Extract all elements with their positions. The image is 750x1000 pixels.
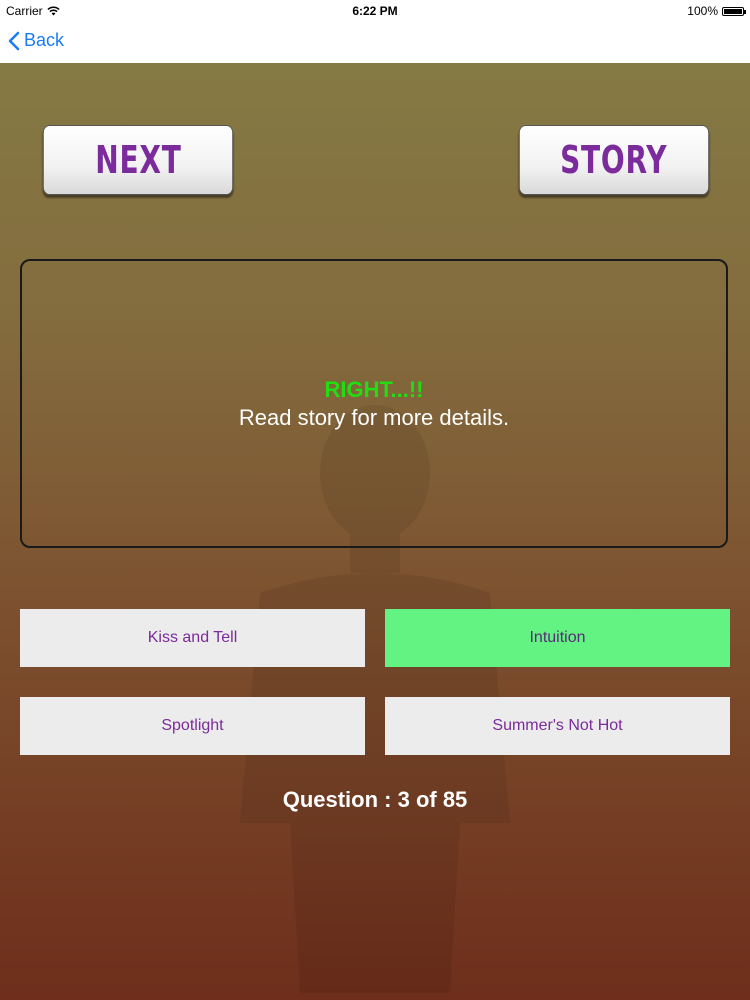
answer-option-label: Spotlight <box>161 717 224 734</box>
answer-option-label: Kiss and Tell <box>147 629 238 646</box>
quiz-screen: NEXT STORY RIGHT...!! Read story for mor… <box>0 63 750 1000</box>
question-counter: Question : 3 of 85 <box>282 787 468 812</box>
battery-indicator: 100% <box>687 4 746 18</box>
answer-option-label: Intuition <box>529 629 586 646</box>
result-text: RIGHT...!! <box>324 376 424 402</box>
answer-option-4[interactable]: Summer's Not Hot <box>385 697 730 755</box>
result-detail-text: Read story for more details. <box>238 404 510 430</box>
back-label: Back <box>24 30 65 50</box>
status-bar: Carrier 6:22 PM 100% <box>0 0 750 22</box>
answer-option-2-correct[interactable]: Intuition <box>385 609 730 667</box>
next-button[interactable]: NEXT <box>42 125 234 195</box>
answer-option-3[interactable]: Spotlight <box>20 697 365 755</box>
story-button[interactable]: STORY <box>518 125 710 195</box>
story-button-label: STORY <box>560 138 668 182</box>
battery-icon <box>722 6 746 16</box>
result-message-box: RIGHT...!! Read story for more details. <box>20 259 728 548</box>
answer-option-1[interactable]: Kiss and Tell <box>20 609 365 667</box>
answer-option-label: Summer's Not Hot <box>492 717 623 734</box>
next-button-label: NEXT <box>94 138 182 182</box>
back-button[interactable]: Back <box>8 30 64 51</box>
status-time: 6:22 PM <box>352 4 398 18</box>
chevron-left-icon <box>8 31 20 50</box>
navigation-bar: Back <box>0 22 750 64</box>
battery-percentage: 100% <box>687 4 718 18</box>
